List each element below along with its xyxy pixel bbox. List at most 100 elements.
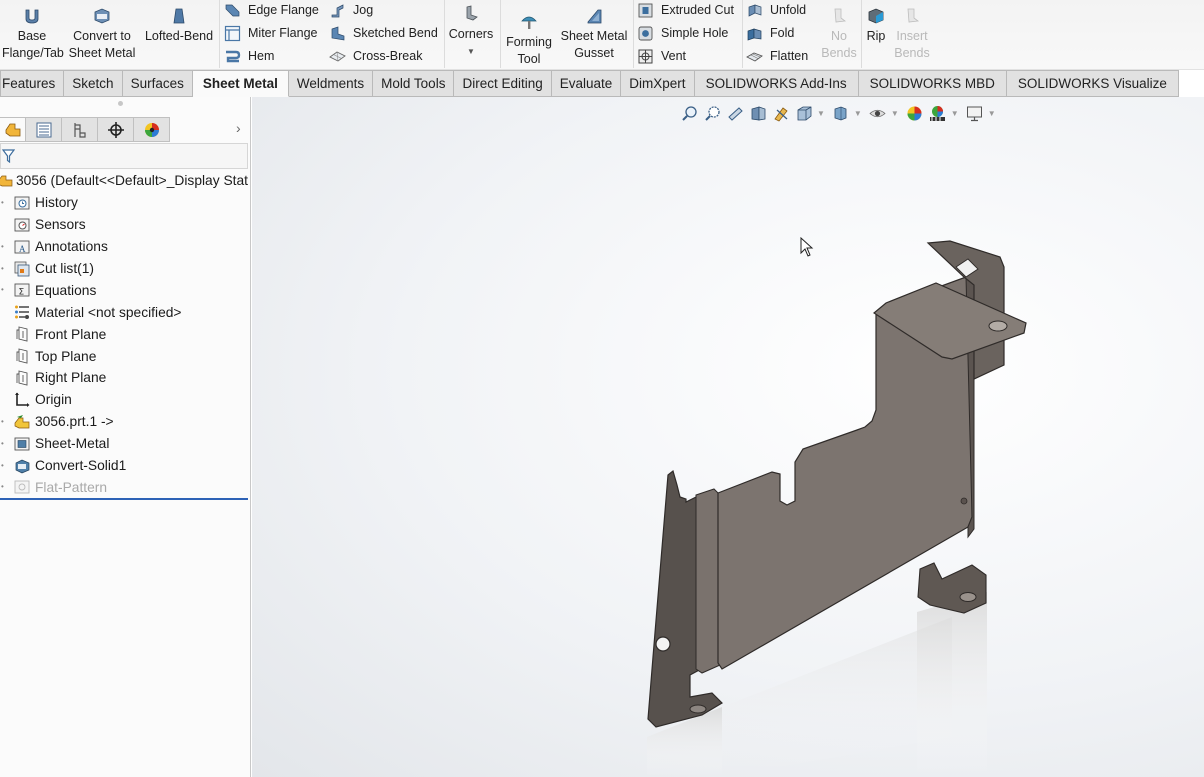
convert-to-sheet-metal-icon bbox=[94, 8, 110, 24]
tab-direct-editing[interactable]: Direct Editing bbox=[454, 70, 552, 97]
edit-appearance-button[interactable] bbox=[906, 104, 924, 122]
hide-show-items-button[interactable] bbox=[869, 104, 887, 122]
miter-flange-button[interactable]: Miter Flange bbox=[224, 22, 317, 44]
tree-item-annotations[interactable]: • A Annotations bbox=[0, 236, 250, 258]
tab-configurationmanager[interactable] bbox=[62, 117, 98, 142]
rollback-bar[interactable] bbox=[0, 498, 248, 500]
display-style-dropdown[interactable]: ▼ bbox=[854, 109, 862, 118]
corners-dropdown-arrow[interactable]: ▼ bbox=[446, 43, 496, 60]
expand-toggle[interactable]: • bbox=[1, 483, 5, 491]
insert-bends-button[interactable]: Insert Bends bbox=[893, 6, 931, 62]
forming-tool-button[interactable]: Forming Tool bbox=[503, 6, 555, 68]
propertymanager-icon bbox=[36, 122, 51, 137]
tab-evaluate[interactable]: Evaluate bbox=[551, 70, 622, 97]
corners-icon bbox=[466, 5, 478, 21]
no-bends-button[interactable]: No Bends bbox=[820, 6, 858, 62]
tree-item-right-plane[interactable]: Right Plane bbox=[0, 367, 250, 389]
view-orientation-icon bbox=[797, 106, 811, 120]
dynamic-annotation-views-icon bbox=[773, 106, 788, 122]
expand-toggle[interactable]: • bbox=[1, 439, 5, 447]
view-settings-button[interactable] bbox=[966, 104, 984, 122]
expand-toggle[interactable]: • bbox=[1, 461, 5, 469]
hide-show-items-icon bbox=[869, 109, 886, 117]
tab-dimxpert[interactable]: DimXpert bbox=[621, 70, 695, 97]
right-foot bbox=[917, 562, 987, 614]
tree-item-history[interactable]: • History bbox=[0, 192, 250, 214]
edge-flange-button[interactable]: Edge Flange bbox=[224, 0, 319, 21]
hide-show-items-dropdown[interactable]: ▼ bbox=[891, 109, 899, 118]
tree-item-sheet-metal[interactable]: • Sheet-Metal bbox=[0, 433, 250, 455]
vent-button[interactable]: Vent bbox=[637, 45, 686, 67]
apply-scene-button[interactable] bbox=[929, 104, 947, 122]
tab-displaymanager[interactable] bbox=[134, 117, 170, 142]
tree-root-part[interactable]: 3056 (Default<<Default>_Display Stat bbox=[0, 170, 250, 192]
zoom-to-fit-button[interactable] bbox=[680, 104, 698, 122]
plane-icon bbox=[16, 348, 28, 364]
panel-resize-grip[interactable] bbox=[118, 101, 123, 106]
tree-item-front-plane[interactable]: Front Plane bbox=[0, 323, 250, 345]
jog-button[interactable]: Jog bbox=[329, 0, 373, 21]
view-orientation-button[interactable] bbox=[795, 104, 813, 122]
more-tabs-chevron[interactable]: › bbox=[236, 120, 241, 136]
sheet-metal-gusset-button[interactable]: Sheet Metal Gusset bbox=[558, 6, 630, 62]
tree-item-convert-solid[interactable]: • Convert-Solid1 bbox=[0, 455, 250, 477]
tab-solidworks-visualize[interactable]: SOLIDWORKS Visualize bbox=[1006, 70, 1179, 97]
unfold-button[interactable]: Unfold bbox=[746, 0, 806, 21]
tree-item-flat-pattern[interactable]: • Flat-Pattern bbox=[0, 476, 250, 498]
tab-surfaces[interactable]: Surfaces bbox=[122, 70, 193, 97]
sketched-bend-button[interactable]: Sketched Bend bbox=[329, 22, 438, 44]
section-view-button[interactable] bbox=[749, 104, 767, 122]
tab-sheet-metal[interactable]: Sheet Metal bbox=[192, 70, 289, 97]
tab-featuremanager[interactable] bbox=[0, 117, 26, 142]
sheet-metal-part-model[interactable] bbox=[252, 97, 1204, 777]
expand-toggle[interactable]: • bbox=[1, 242, 5, 250]
previous-view-button[interactable] bbox=[726, 104, 744, 122]
graphics-area[interactable]: ▼ ▼ ▼ ▼ ▼ bbox=[252, 97, 1204, 777]
filter-icon[interactable] bbox=[2, 149, 15, 163]
tab-propertymanager[interactable] bbox=[26, 117, 62, 142]
top-tab-hole bbox=[988, 320, 1008, 332]
annotations-folder-icon: A bbox=[14, 240, 30, 254]
tree-item-top-plane[interactable]: Top Plane bbox=[0, 345, 250, 367]
section-view-icon bbox=[751, 105, 765, 120]
tab-weldments[interactable]: Weldments bbox=[288, 70, 374, 97]
expand-toggle[interactable]: • bbox=[1, 286, 5, 294]
view-settings-dropdown[interactable]: ▼ bbox=[988, 109, 996, 118]
ribbon-separator bbox=[444, 0, 445, 68]
convert-to-sheet-metal-button[interactable]: Convert to Sheet Metal bbox=[66, 6, 138, 62]
view-orientation-dropdown[interactable]: ▼ bbox=[817, 109, 825, 118]
extruded-cut-button[interactable]: Extruded Cut bbox=[637, 0, 734, 21]
tree-item-equations[interactable]: • Σ Equations bbox=[0, 279, 250, 301]
tab-solidworks-add-ins[interactable]: SOLIDWORKS Add-Ins bbox=[694, 70, 859, 97]
expand-toggle[interactable]: • bbox=[1, 264, 5, 272]
zoom-to-area-button[interactable] bbox=[703, 104, 721, 122]
base-flange-button[interactable]: Base Flange/Tab bbox=[2, 6, 64, 62]
tab-solidworks-mbd[interactable]: SOLIDWORKS MBD bbox=[858, 70, 1007, 97]
tree-item-sensors[interactable]: Sensors bbox=[0, 214, 250, 236]
rip-button[interactable]: Rip bbox=[864, 6, 888, 45]
corners-button[interactable]: Corners ▼ bbox=[446, 4, 496, 60]
tree-item-origin[interactable]: Origin bbox=[0, 389, 250, 411]
feature-tree: 3056 (Default<<Default>_Display Stat • H… bbox=[0, 170, 250, 498]
dynamic-annotation-views-button[interactable] bbox=[772, 104, 790, 122]
tab-mold-tools[interactable]: Mold Tools bbox=[373, 70, 455, 97]
simple-hole-icon bbox=[638, 26, 653, 40]
hem-button[interactable]: Hem bbox=[224, 45, 274, 67]
lofted-bend-button[interactable]: Lofted-Bend bbox=[143, 6, 215, 45]
apply-scene-dropdown[interactable]: ▼ bbox=[951, 109, 959, 118]
fold-button[interactable]: Fold bbox=[746, 22, 794, 44]
flatten-button[interactable]: Flatten bbox=[746, 45, 808, 67]
tab-sketch[interactable]: Sketch bbox=[64, 70, 123, 97]
tab-features[interactable]: Features bbox=[0, 70, 65, 97]
tree-filter-bar[interactable] bbox=[0, 143, 248, 169]
display-style-button[interactable] bbox=[832, 104, 850, 122]
tab-dimxpertmanager[interactable] bbox=[98, 117, 134, 142]
expand-toggle[interactable]: • bbox=[1, 198, 5, 206]
tree-item-cut-list[interactable]: • Cut list(1) bbox=[0, 258, 250, 280]
sheet-metal-icon bbox=[14, 437, 30, 451]
tree-item-material[interactable]: Material <not specified> bbox=[0, 301, 250, 323]
cross-break-button[interactable]: Cross-Break bbox=[329, 45, 422, 67]
simple-hole-button[interactable]: Simple Hole bbox=[637, 22, 728, 44]
tree-item-part-reference[interactable]: • 3056.prt.1 -> bbox=[0, 411, 250, 433]
expand-toggle[interactable]: • bbox=[1, 417, 5, 425]
